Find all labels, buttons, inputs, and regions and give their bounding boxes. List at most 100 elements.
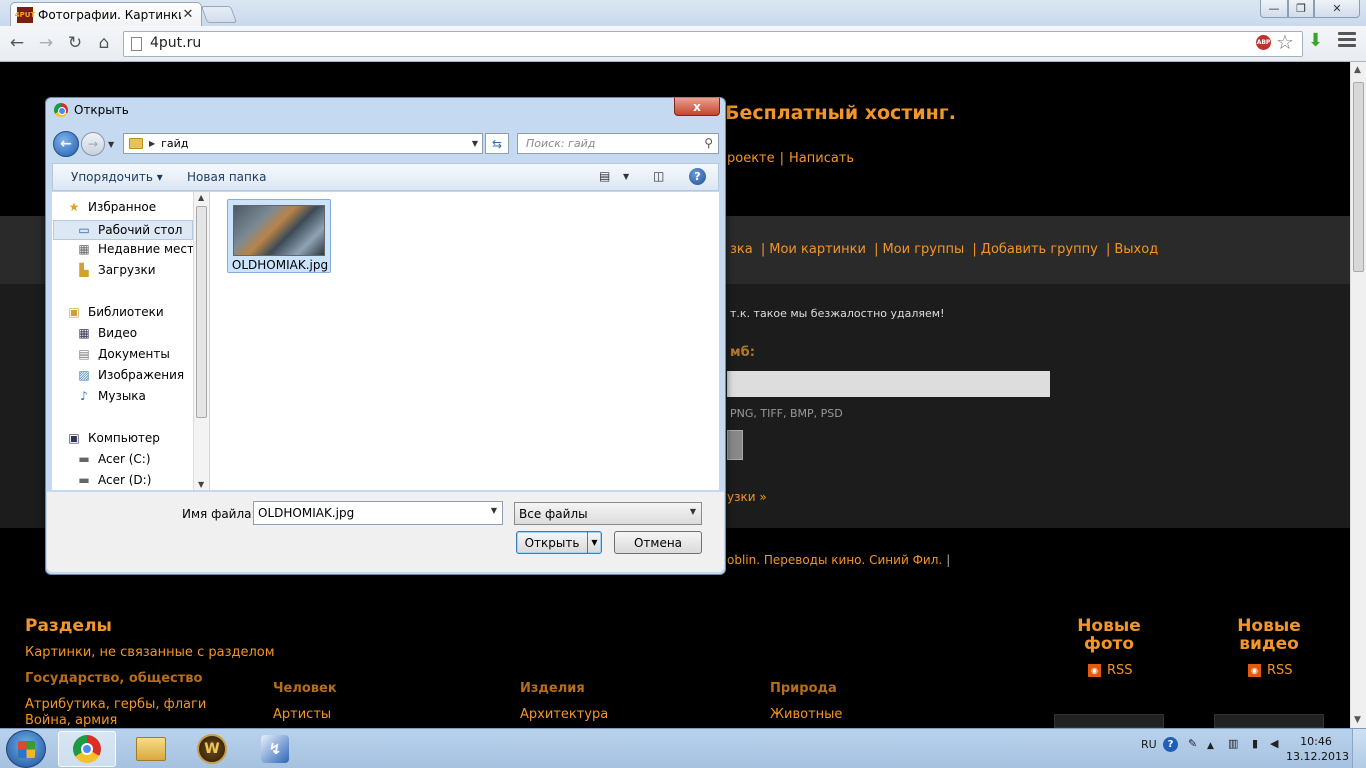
chrome-menu-icon[interactable]: [1338, 32, 1356, 50]
scroll-down-icon[interactable]: ▼: [1354, 715, 1361, 725]
preview-pane-icon[interactable]: ◫: [653, 169, 664, 183]
filename-dropdown-icon[interactable]: ▼: [491, 506, 497, 515]
scroll-thumb[interactable]: [196, 206, 207, 418]
adblock-plus-icon[interactable]: ABP: [1255, 34, 1272, 51]
section-heading-state[interactable]: Государство, общество: [25, 671, 202, 686]
folder-path-bar[interactable]: ▶ гайд ▼: [123, 133, 483, 154]
taskbar-wow[interactable]: W: [183, 731, 241, 767]
new-folder-button[interactable]: Новая папка: [187, 170, 266, 184]
category-heading-nature[interactable]: Природа: [770, 681, 837, 696]
more-upload-link[interactable]: узки »: [727, 490, 767, 504]
reload-button[interactable]: ↻: [63, 31, 87, 55]
language-indicator[interactable]: RU: [1141, 738, 1157, 751]
tray-help-icon[interactable]: ?: [1163, 737, 1178, 752]
tree-item-downloads[interactable]: ▙ Загрузки: [76, 263, 155, 277]
filename-input[interactable]: OLDHOMIAK.jpg ▼: [253, 501, 503, 525]
footer-links-text[interactable]: oblin. Переводы кино. Синий Фил.: [727, 553, 942, 567]
maximize-button[interactable]: ❐: [1288, 0, 1314, 18]
scroll-up-icon[interactable]: ▲: [1354, 65, 1361, 75]
section-link-unrelated[interactable]: Картинки, не связанные с разделом: [25, 645, 275, 660]
new-photo-rss[interactable]: ◉ RSS: [1088, 663, 1133, 678]
my-pictures-link[interactable]: Мои картинки: [769, 242, 866, 257]
tree-item-computer[interactable]: ▣ Компьютер: [66, 431, 160, 445]
browser-tab[interactable]: 4PUT Фотографии. Картинки. Б ✕: [10, 2, 202, 26]
file-item[interactable]: OLDHOMIAK.jpg: [227, 199, 331, 273]
tree-item-pictures[interactable]: ▨ Изображения: [76, 368, 184, 382]
filetype-dropdown-icon[interactable]: ▼: [690, 507, 696, 516]
section-link-attributes[interactable]: Атрибутика, гербы, флаги: [25, 697, 206, 712]
upload-file-field[interactable]: [727, 371, 1050, 397]
home-button[interactable]: ⌂: [92, 31, 116, 55]
path-separator-icon[interactable]: ▶: [149, 139, 155, 148]
refresh-button[interactable]: ⇆: [485, 133, 509, 154]
dialog-back-button[interactable]: ←: [53, 131, 79, 157]
window-close-button[interactable]: ✕: [1314, 0, 1360, 18]
filetype-select[interactable]: Все файлы ▼: [514, 502, 702, 525]
back-button[interactable]: ←: [5, 31, 29, 55]
new-tab-button[interactable]: [200, 6, 238, 23]
address-bar[interactable]: 4put.ru: [123, 31, 1303, 57]
tree-item-desktop[interactable]: ▭ Рабочий стол: [53, 220, 193, 240]
history-dropdown-icon[interactable]: ▼: [108, 140, 114, 149]
minimize-button[interactable]: —: [1260, 0, 1288, 18]
open-options-dropdown-icon[interactable]: ▼: [587, 532, 601, 553]
tree-item-music[interactable]: ♪ Музыка: [76, 389, 146, 403]
category-heading-products[interactable]: Изделия: [520, 681, 585, 696]
upload-button[interactable]: [727, 430, 743, 460]
new-video-thumbnail[interactable]: [1214, 714, 1324, 728]
my-groups-link[interactable]: Мои группы: [882, 242, 964, 257]
network-icon[interactable]: ▥: [1228, 737, 1238, 750]
dialog-close-button[interactable]: x: [674, 98, 720, 116]
tray-expand-icon[interactable]: ▲: [1207, 741, 1214, 751]
tree-item-drive-c[interactable]: ▬ Acer (C:): [76, 452, 150, 466]
start-button[interactable]: [6, 730, 46, 768]
scroll-down-icon[interactable]: ▼: [198, 480, 204, 489]
show-desktop-button[interactable]: [1352, 729, 1366, 768]
clock[interactable]: 10:46 13.12.2013: [1286, 734, 1349, 764]
change-view-icon[interactable]: ▤: [599, 169, 610, 183]
new-photo-thumbnail[interactable]: [1054, 714, 1164, 728]
taskbar-chrome[interactable]: [58, 731, 116, 767]
tree-item-video[interactable]: ▦ Видео: [76, 326, 137, 340]
category-link-animals[interactable]: Животные: [770, 707, 842, 722]
tree-item-documents[interactable]: ▤ Документы: [76, 347, 169, 361]
write-link[interactable]: Написать: [789, 151, 854, 166]
tray-tools-icon[interactable]: ✎: [1188, 737, 1197, 750]
path-dropdown-icon[interactable]: ▼: [468, 139, 482, 148]
logout-link[interactable]: Выход: [1114, 242, 1158, 257]
taskbar-explorer[interactable]: [122, 731, 180, 767]
address-url: 4put.ru: [150, 35, 202, 51]
open-button[interactable]: Открыть ▼: [516, 531, 602, 554]
volume-icon[interactable]: ◀: [1270, 737, 1278, 750]
file-list-pane[interactable]: OLDHOMIAK.jpg: [210, 192, 719, 490]
add-group-link[interactable]: Добавить группу: [981, 242, 1098, 257]
dialog-forward-button[interactable]: →: [81, 132, 105, 156]
help-icon[interactable]: ?: [689, 168, 706, 185]
category-link-architecture[interactable]: Архитектура: [520, 707, 608, 722]
organize-button[interactable]: Упорядочить ▾: [71, 170, 163, 184]
cancel-button[interactable]: Отмена: [614, 531, 702, 554]
category-heading-human[interactable]: Человек: [273, 681, 337, 696]
tree-item-libraries[interactable]: ▣ Библиотеки: [66, 305, 163, 319]
category-link-artists[interactable]: Артисты: [273, 707, 331, 722]
tree-item-drive-d[interactable]: ▬ Acer (D:): [76, 473, 151, 487]
tree-item-recent-places[interactable]: ▦ Недавние места: [76, 242, 201, 256]
new-video-rss[interactable]: ◉ RSS: [1248, 663, 1293, 678]
navigation-pane-scrollbar[interactable]: ▲ ▼: [193, 192, 209, 490]
upload-link[interactable]: зка: [730, 242, 753, 257]
path-folder-name[interactable]: гайд: [161, 137, 462, 150]
bookmark-star-icon[interactable]: ☆: [1276, 30, 1294, 54]
taskbar-app[interactable]: ↯: [246, 731, 304, 767]
tab-close-icon[interactable]: ✕: [181, 7, 195, 22]
about-link[interactable]: роекте: [727, 151, 775, 166]
view-dropdown-icon[interactable]: ▼: [623, 172, 629, 181]
section-link-war[interactable]: Война, армия: [25, 713, 117, 728]
scroll-thumb[interactable]: [1353, 82, 1364, 272]
forward-button[interactable]: →: [34, 31, 58, 55]
download-extension-icon[interactable]: ⬇: [1308, 30, 1323, 51]
tree-item-favorites[interactable]: ★ Избранное: [66, 200, 157, 214]
page-scrollbar[interactable]: ▲ ▼: [1350, 62, 1366, 728]
power-icon[interactable]: ▮: [1252, 737, 1258, 750]
search-input[interactable]: Поиск: гайд ⚲: [517, 133, 719, 154]
scroll-up-icon[interactable]: ▲: [198, 193, 204, 202]
